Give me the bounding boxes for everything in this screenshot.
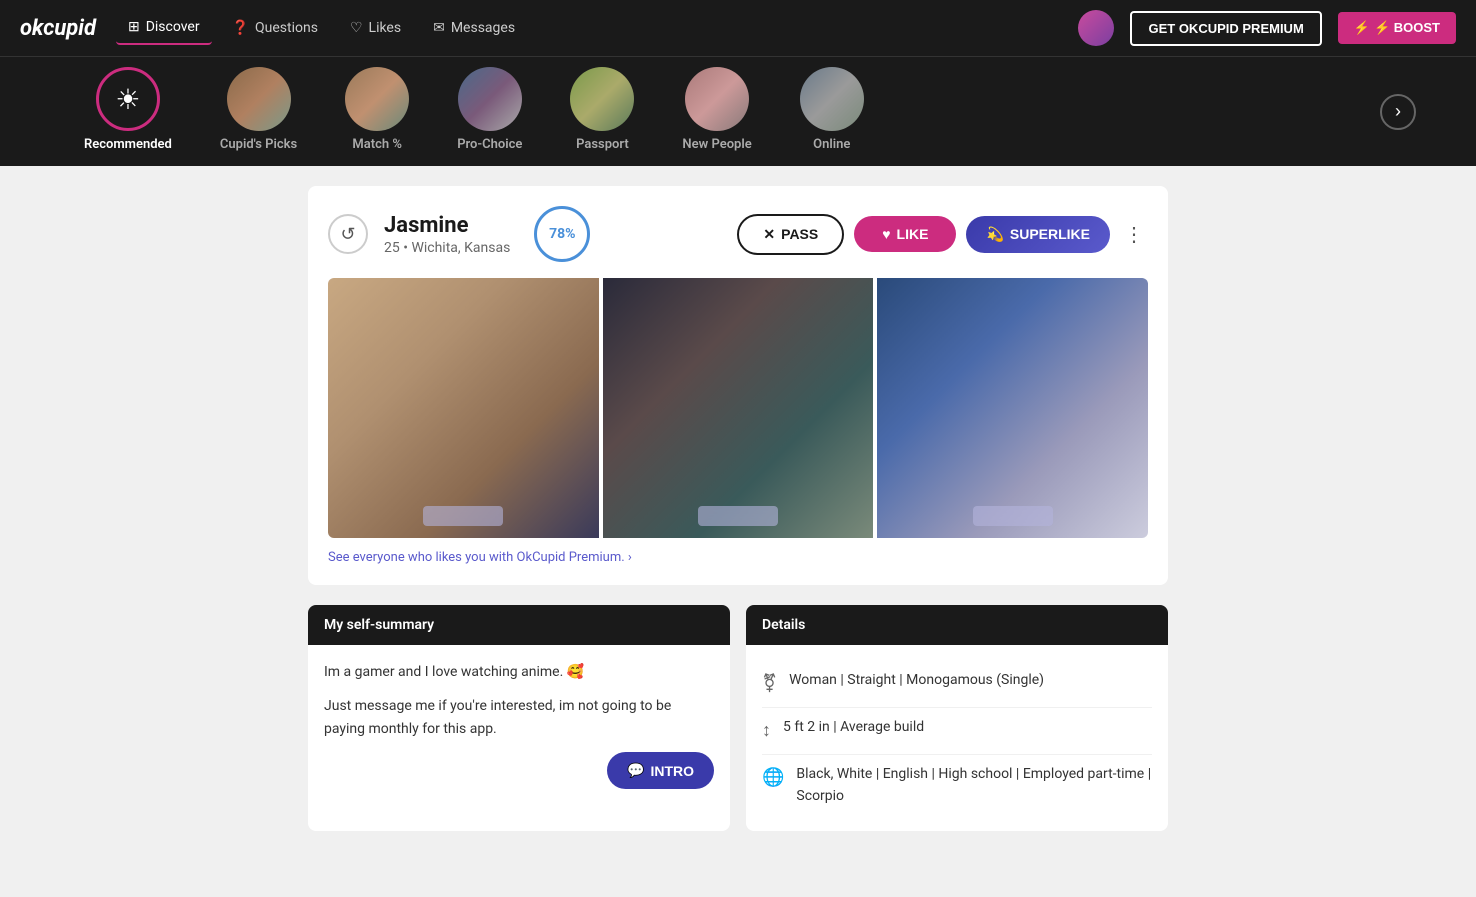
message-icon: 💬 [627, 762, 644, 779]
category-new-people[interactable]: New People [658, 57, 775, 166]
summary-body: Im a gamer and I love watching anime. 🥰 … [308, 645, 730, 805]
photo-3-blur [973, 506, 1053, 526]
pro-choice-thumb [458, 67, 522, 131]
gender-icon: ⚧ [762, 670, 777, 699]
match-percentage: 78% [534, 206, 590, 262]
detail-item-gender: ⚧ Woman | Straight | Monogamous (Single) [762, 661, 1152, 708]
category-match[interactable]: Match % [321, 57, 433, 166]
details-card: Details ⚧ Woman | Straight | Monogamous … [746, 605, 1168, 831]
boost-icon: ⚡ [1354, 20, 1370, 36]
like-button[interactable]: ♥ LIKE [854, 216, 956, 252]
nav-likes[interactable]: ♡ Likes [338, 12, 413, 44]
category-passport[interactable]: Passport [546, 57, 658, 166]
superlike-icon: 💫 [986, 226, 1003, 243]
action-buttons: ✕ PASS ♥ LIKE 💫 SUPERLIKE ⋮ [737, 214, 1148, 255]
nav-messages[interactable]: ✉ Messages [421, 12, 527, 44]
profile-details-row: My self-summary Im a gamer and I love wa… [308, 605, 1168, 831]
category-pro-choice-label: Pro-Choice [457, 137, 522, 152]
category-recommended-label: Recommended [84, 137, 172, 152]
navbar: okcupid ⊞ Discover ❓ Questions ♡ Likes ✉… [0, 0, 1476, 56]
category-recommended[interactable]: ☀ Recommended [60, 57, 196, 166]
undo-button[interactable]: ↺ [328, 214, 368, 254]
premium-likes-link[interactable]: See everyone who likes you with OkCupid … [328, 550, 1148, 565]
details-list: ⚧ Woman | Straight | Monogamous (Single)… [762, 661, 1152, 815]
new-people-thumb [685, 67, 749, 131]
profile-location: 25 • Wichita, Kansas [384, 240, 510, 256]
category-cupids-picks-label: Cupid's Picks [220, 137, 297, 152]
x-icon: ✕ [763, 226, 775, 243]
profile-header: ↺ Jasmine 25 • Wichita, Kansas 78% ✕ PAS… [328, 206, 1148, 262]
photo-1-blur [423, 506, 503, 526]
superlike-button[interactable]: 💫 SUPERLIKE [966, 216, 1110, 253]
category-next-button[interactable]: › [1380, 94, 1416, 130]
photo-1[interactable] [328, 278, 599, 538]
detail-item-height: ↕ 5 ft 2 in | Average build [762, 708, 1152, 755]
summary-text-1: Im a gamer and I love watching anime. 🥰 [324, 661, 714, 683]
profile-info: Jasmine 25 • Wichita, Kansas [384, 213, 510, 256]
questions-icon: ❓ [232, 20, 249, 36]
category-new-people-label: New People [682, 137, 751, 152]
profile-name: Jasmine [384, 213, 510, 238]
heart-icon: ♥ [882, 226, 890, 242]
online-thumb [800, 67, 864, 131]
main-content: ↺ Jasmine 25 • Wichita, Kansas 78% ✕ PAS… [288, 166, 1188, 851]
sun-icon: ☀ [115, 83, 140, 116]
category-online[interactable]: Online [776, 57, 888, 166]
height-icon: ↕ [762, 717, 771, 746]
summary-text-2: Just message me if you're interested, im… [324, 695, 714, 740]
pass-button[interactable]: ✕ PASS [737, 214, 844, 255]
detail-item-background: 🌐 Black, White | English | High school |… [762, 755, 1152, 816]
category-cupids-picks[interactable]: Cupid's Picks [196, 57, 321, 166]
photos-grid [328, 278, 1148, 538]
summary-header: My self-summary [308, 605, 730, 645]
category-passport-label: Passport [576, 137, 629, 152]
nav-questions[interactable]: ❓ Questions [220, 12, 330, 44]
category-pro-choice[interactable]: Pro-Choice [433, 57, 546, 166]
photo-2[interactable] [603, 278, 874, 538]
discover-icon: ⊞ [128, 19, 140, 35]
intro-button[interactable]: 💬 INTRO [607, 752, 714, 789]
category-match-label: Match % [352, 137, 402, 152]
messages-icon: ✉ [433, 20, 445, 36]
photo-3[interactable] [877, 278, 1148, 538]
logo: okcupid [20, 16, 96, 41]
likes-icon: ♡ [350, 20, 363, 36]
self-summary-card: My self-summary Im a gamer and I love wa… [308, 605, 730, 831]
passport-thumb [570, 67, 634, 131]
premium-button[interactable]: GET OKCUPID PREMIUM [1130, 11, 1321, 46]
boost-button[interactable]: ⚡ ⚡ BOOST [1338, 12, 1456, 44]
more-options-button[interactable]: ⋮ [1120, 218, 1148, 251]
profile-card: ↺ Jasmine 25 • Wichita, Kansas 78% ✕ PAS… [308, 186, 1168, 585]
recommended-thumb: ☀ [96, 67, 160, 131]
match-thumb [345, 67, 409, 131]
details-header: Details [746, 605, 1168, 645]
photo-2-blur [698, 506, 778, 526]
cupids-picks-thumb [227, 67, 291, 131]
category-bar: ☀ Recommended Cupid's Picks Match % Pro-… [0, 56, 1476, 166]
globe-icon: 🌐 [762, 764, 784, 793]
avatar[interactable] [1078, 10, 1114, 46]
details-body: ⚧ Woman | Straight | Monogamous (Single)… [746, 645, 1168, 831]
category-online-label: Online [813, 137, 850, 152]
nav-discover[interactable]: ⊞ Discover [116, 11, 212, 45]
